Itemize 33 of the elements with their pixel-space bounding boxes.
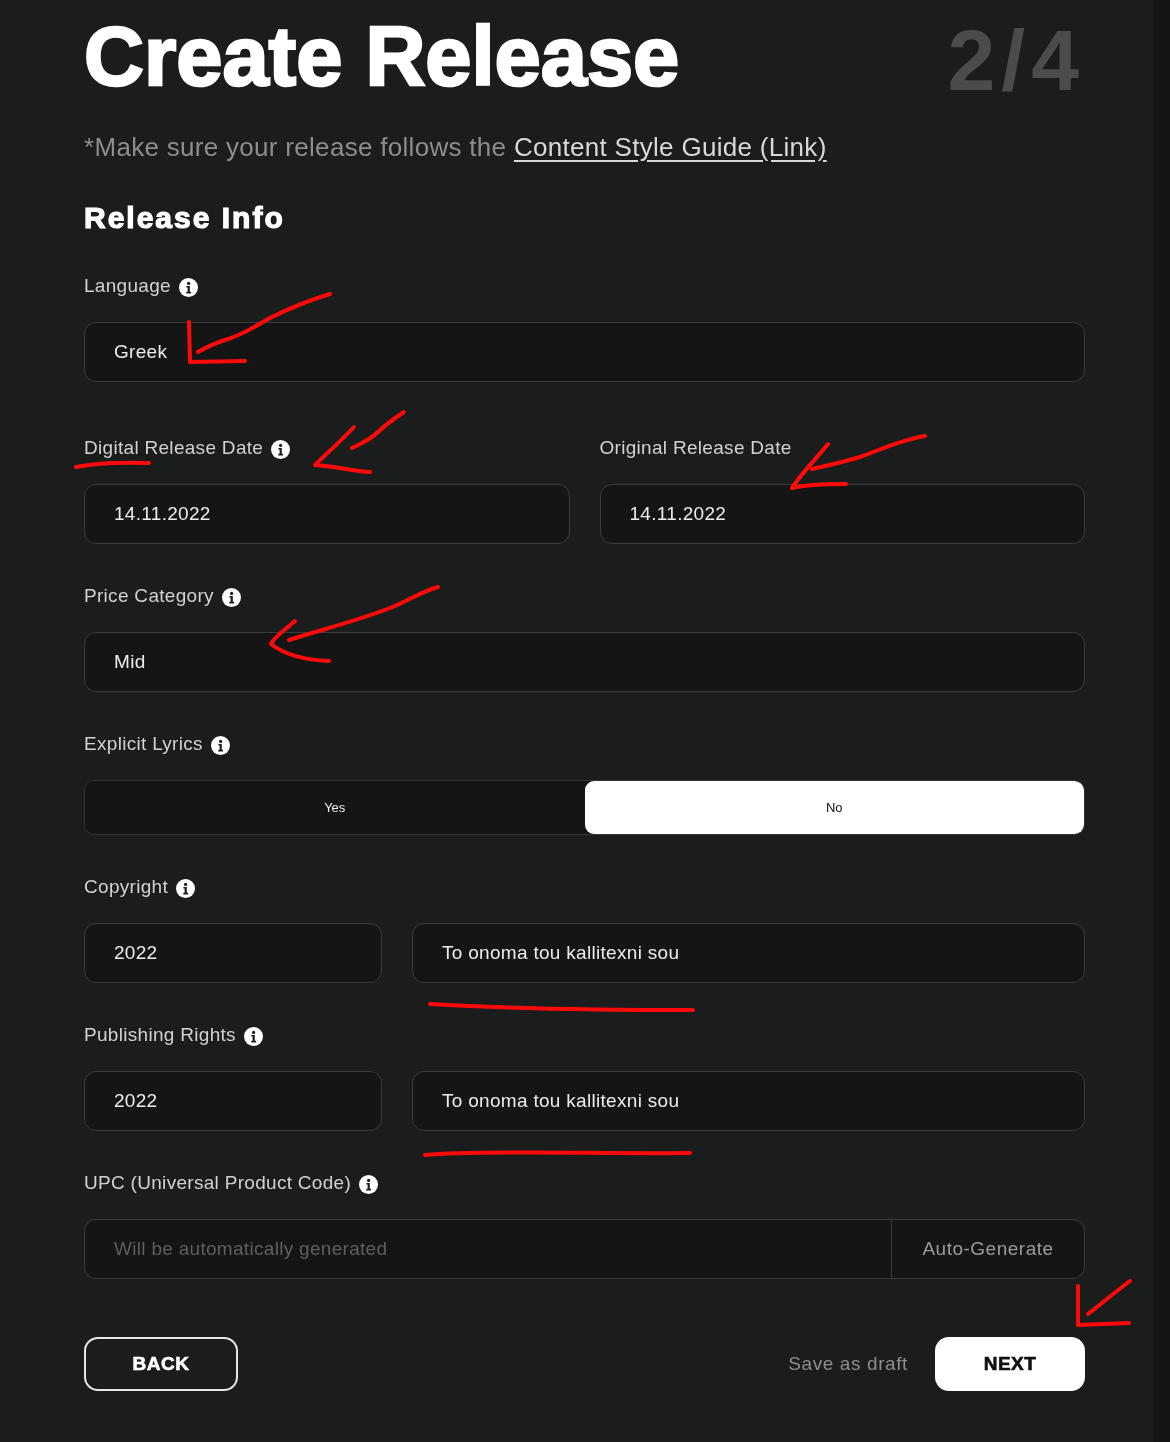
field-label: Publishing Rights — [84, 1024, 236, 1046]
field-label: Copyright — [84, 876, 169, 898]
back-button[interactable]: BACK — [84, 1337, 238, 1391]
field-label: Digital Release Date — [84, 437, 264, 459]
field-label: Language — [84, 275, 171, 297]
auto-generate-button[interactable]: Auto-Generate — [891, 1219, 1085, 1279]
info-icon[interactable] — [359, 1175, 379, 1194]
style-guide-link[interactable]: Content Style Guide (Link) — [513, 132, 827, 162]
date-field[interactable]: 14.11.2022 — [84, 484, 570, 544]
field-label: Explicit Lyrics — [84, 733, 203, 755]
field-label: UPC (Universal Product Code) — [84, 1172, 352, 1194]
section-title: Release Info — [84, 200, 285, 236]
style-guide-note: *Make sure your release follows the Content Style Guide (Link) — [84, 131, 827, 163]
field-label: Original Release Date — [599, 437, 792, 459]
info-icon[interactable] — [221, 588, 241, 607]
year-field[interactable]: 2022 — [84, 923, 382, 983]
segment-option[interactable]: No — [584, 781, 1084, 834]
text-field[interactable]: Mid — [84, 632, 1085, 692]
page-title: Create Release — [84, 15, 680, 98]
info-icon[interactable] — [243, 1027, 263, 1046]
info-icon[interactable] — [271, 440, 291, 459]
save-draft-button[interactable]: Save as draft — [788, 1353, 908, 1375]
next-button[interactable]: NEXT — [935, 1337, 1085, 1391]
year-field[interactable]: 2022 — [84, 1071, 382, 1131]
info-icon[interactable] — [178, 278, 198, 297]
info-icon[interactable] — [176, 879, 196, 898]
info-icon[interactable] — [210, 736, 230, 755]
text-field[interactable]: Greek — [84, 322, 1085, 382]
field-label: Price Category — [84, 585, 214, 607]
name-field[interactable]: To onoma tou kallitexni sou — [412, 1071, 1085, 1131]
upc-field[interactable]: Will be automatically generated — [84, 1219, 891, 1279]
name-field[interactable]: To onoma tou kallitexni sou — [412, 923, 1085, 983]
date-field[interactable]: 14.11.2022 — [599, 484, 1085, 544]
